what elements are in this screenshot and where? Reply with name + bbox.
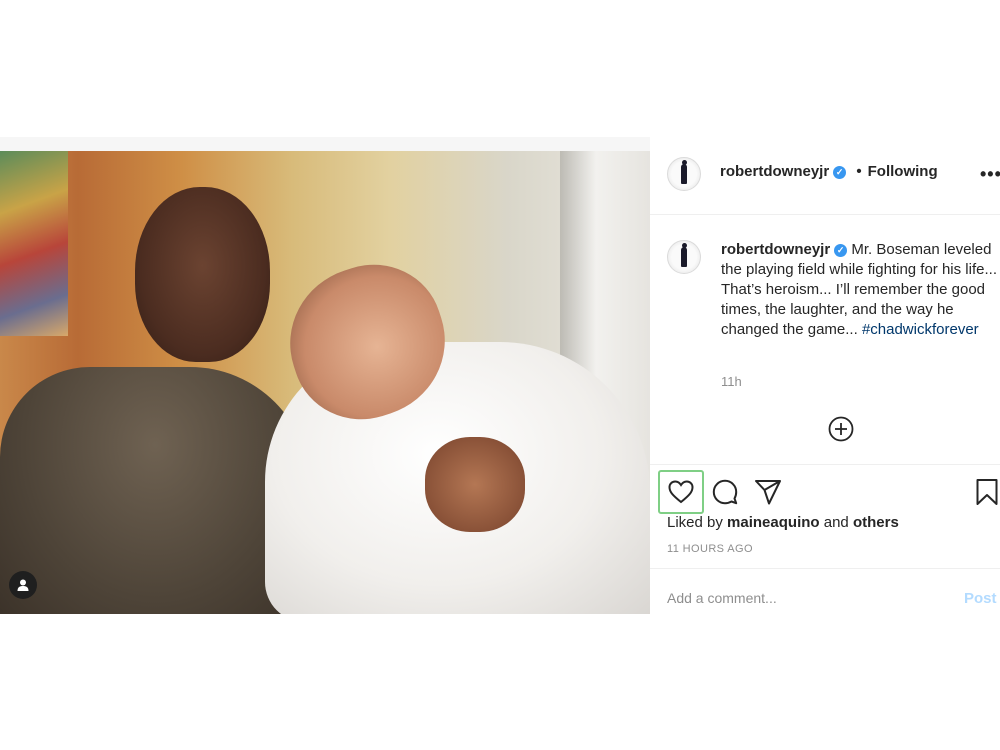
liked-by-user[interactable]: maineaquino xyxy=(727,514,820,531)
verified-badge-icon: ✓ xyxy=(834,244,848,257)
image-top-band xyxy=(0,137,650,151)
person-left-jacket xyxy=(0,367,310,614)
avatar-figure xyxy=(681,160,687,184)
liked-by-conjunction: and xyxy=(823,514,849,531)
comment-button[interactable] xyxy=(704,472,746,512)
liked-by-others[interactable]: others xyxy=(853,514,899,531)
clasped-hands xyxy=(425,437,525,532)
more-options-icon[interactable]: ••• xyxy=(980,164,1000,185)
header-divider xyxy=(650,214,1000,215)
likes-summary: Liked by maineaquino and others xyxy=(667,514,899,531)
heart-icon xyxy=(668,480,694,504)
header-avatar[interactable] xyxy=(667,157,701,191)
wall-painting xyxy=(0,151,68,336)
liked-by-prefix: Liked by xyxy=(667,514,723,531)
comment-icon xyxy=(712,479,738,505)
post-image[interactable] xyxy=(0,137,650,614)
follow-separator: • xyxy=(856,163,862,180)
following-button[interactable]: Following xyxy=(868,163,938,180)
comment-divider xyxy=(650,568,1000,569)
user-tags-button[interactable] xyxy=(9,571,37,599)
header-username[interactable]: robertdowneyjr xyxy=(720,163,829,180)
post-timestamp[interactable]: 11 HOURS AGO xyxy=(667,543,753,555)
like-button[interactable] xyxy=(658,470,704,514)
actions-divider xyxy=(650,464,1000,465)
user-icon xyxy=(17,579,29,591)
share-icon xyxy=(755,480,781,505)
save-button[interactable] xyxy=(966,472,1000,512)
bookmark-icon xyxy=(976,479,998,505)
caption-avatar[interactable] xyxy=(667,240,701,274)
verified-badge-icon: ✓ xyxy=(833,166,847,179)
person-left-head xyxy=(135,187,270,362)
hashtag-link[interactable]: #chadwickforever xyxy=(862,321,979,338)
post-caption: robertdowneyjr ✓ Mr. Boseman leveled the … xyxy=(721,240,1000,340)
action-bar xyxy=(650,466,1000,516)
caption-username[interactable]: robertdowneyjr xyxy=(721,241,830,258)
post-header: robertdowneyjr ✓ • Following xyxy=(720,163,938,180)
share-button[interactable] xyxy=(747,472,789,512)
post-comment-button[interactable]: Post xyxy=(964,590,997,607)
caption-time[interactable]: 11h xyxy=(721,374,742,389)
avatar-figure xyxy=(681,243,687,267)
plus-circle-icon[interactable] xyxy=(828,416,854,442)
comment-input[interactable]: Add a comment... xyxy=(667,590,777,606)
